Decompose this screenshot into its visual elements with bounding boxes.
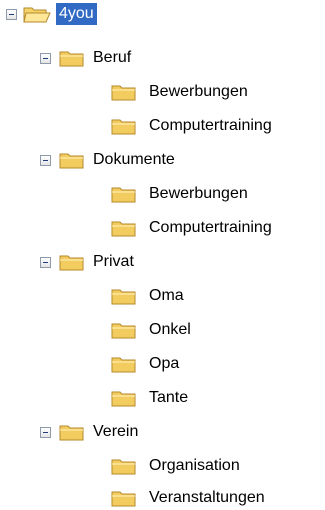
tree-node-verein-veranstaltungen[interactable]: Veranstaltungen (146, 487, 268, 509)
tree-node-privat-onkel[interactable]: Onkel (146, 319, 194, 341)
folder-icon (110, 387, 140, 409)
folder-icon (110, 115, 140, 137)
tree-node-beruf[interactable]: Beruf (90, 47, 134, 69)
tree-node-verein-organisation[interactable]: Organisation (146, 455, 243, 477)
tree-node-dokumente[interactable]: Dokumente (90, 149, 178, 171)
folder-icon (58, 149, 88, 171)
tree-node-4you[interactable]: 4you (56, 3, 97, 25)
folder-icon (110, 319, 140, 341)
folder-icon (58, 47, 88, 69)
tree-node-privat-opa[interactable]: Opa (146, 353, 182, 375)
folder-icon (110, 455, 140, 477)
tree-node-privat-oma[interactable]: Oma (146, 285, 187, 307)
folder-icon (58, 421, 88, 443)
tree-node-verein[interactable]: Verein (90, 421, 141, 443)
folder-icon (110, 285, 140, 307)
tree-node-privat[interactable]: Privat (90, 251, 137, 273)
folder-icon (110, 81, 140, 103)
collapse-minus-icon[interactable] (40, 53, 51, 64)
collapse-minus-icon[interactable] (40, 427, 51, 438)
folder-icon (58, 251, 88, 273)
collapse-minus-icon[interactable] (6, 9, 17, 20)
tree-node-beruf-computertraining[interactable]: Computertraining (146, 115, 275, 137)
folder-icon (110, 487, 140, 509)
tree-node-beruf-bewerbungen[interactable]: Bewerbungen (146, 81, 251, 103)
folder-icon (110, 183, 140, 205)
collapse-minus-icon[interactable] (40, 257, 51, 268)
tree-node-privat-tante[interactable]: Tante (146, 387, 191, 409)
folder-tree: 4you Beruf Bewerbungen Computertraining … (0, 0, 325, 510)
folder-open-icon (22, 3, 52, 25)
collapse-minus-icon[interactable] (40, 155, 51, 166)
folder-icon (110, 353, 140, 375)
tree-node-dokumente-computertraining[interactable]: Computertraining (146, 217, 275, 239)
folder-icon (110, 217, 140, 239)
tree-node-dokumente-bewerbungen[interactable]: Bewerbungen (146, 183, 251, 205)
